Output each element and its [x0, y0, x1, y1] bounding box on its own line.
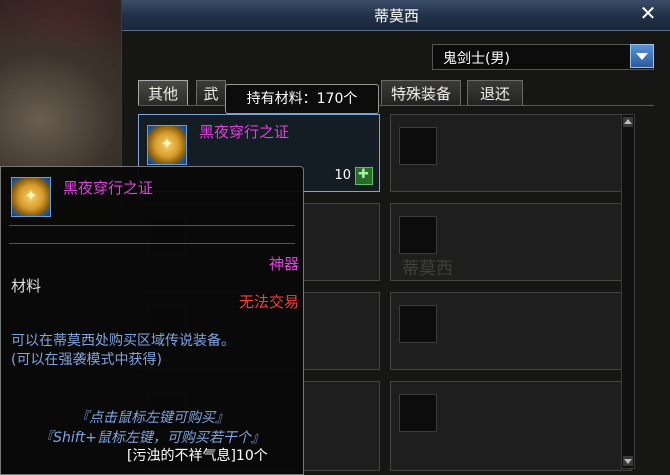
tooltip-description: 可以在蒂莫西处购买区域传说装备。 (可以在强袭模式中获得): [11, 332, 235, 370]
tooltip-hint-click: 『点击鼠标左键可购买』: [75, 410, 229, 426]
tab-special-equipment[interactable]: 特殊装备: [381, 80, 461, 106]
tooltip-rarity: 神器: [268, 255, 299, 273]
tab-return[interactable]: 退还: [467, 80, 523, 106]
shop-slot-empty[interactable]: [390, 381, 632, 471]
divider: [9, 225, 295, 226]
dropdown-arrow-icon[interactable]: [630, 44, 654, 68]
shop-slot-empty[interactable]: [390, 114, 632, 192]
character-select-value: 鬼剑士(男): [443, 51, 510, 67]
tooltip-description-line: 可以在蒂莫西处购买区域传说装备。: [11, 333, 235, 349]
empty-slot-icon: [399, 394, 437, 432]
tooltip-cost: [污浊的不祥气息]10个: [127, 448, 268, 464]
tooltip-item-name: 黑夜穿行之证: [63, 179, 154, 197]
medal-icon: [147, 125, 187, 165]
shop-slot-empty[interactable]: [390, 292, 632, 370]
empty-slot-icon: [399, 305, 437, 343]
npc-watermark: 蒂莫西: [402, 259, 453, 279]
material-icon: [355, 167, 373, 185]
divider: [9, 243, 295, 244]
scroll-up-icon[interactable]: [623, 117, 633, 127]
tooltip-type: 材料: [11, 277, 42, 295]
close-icon[interactable]: ✕: [637, 2, 659, 24]
character-select[interactable]: 鬼剑士(男): [432, 44, 654, 70]
shop-item-quantity: 10: [334, 168, 351, 183]
shop-item-name: 黑夜穿行之证: [199, 123, 290, 141]
empty-slot-icon: [399, 216, 437, 254]
item-tooltip: 黑夜穿行之证 神器 材料 无法交易 可以在蒂莫西处购买区域传说装备。 (可以在强…: [0, 166, 304, 475]
tab-other[interactable]: 其他: [138, 80, 188, 106]
scroll-down-icon[interactable]: [623, 456, 633, 466]
tooltip-description-line: (可以在强袭模式中获得): [11, 352, 162, 368]
scrollbar[interactable]: [621, 114, 635, 469]
medal-icon: [11, 177, 51, 217]
owned-materials-tooltip: 持有材料：170个: [225, 84, 379, 114]
tab-weapon[interactable]: 武: [196, 80, 226, 106]
tab-divider: [138, 105, 654, 106]
tooltip-trade-status: 无法交易: [238, 293, 299, 311]
window-title: 蒂莫西: [373, 7, 419, 25]
window-titlebar[interactable]: 蒂莫西 ✕: [122, 0, 670, 31]
empty-slot-icon: [399, 127, 437, 165]
tooltip-hint-shift-click: 『Shift+鼠标左键，可购买若干个』: [39, 430, 265, 446]
